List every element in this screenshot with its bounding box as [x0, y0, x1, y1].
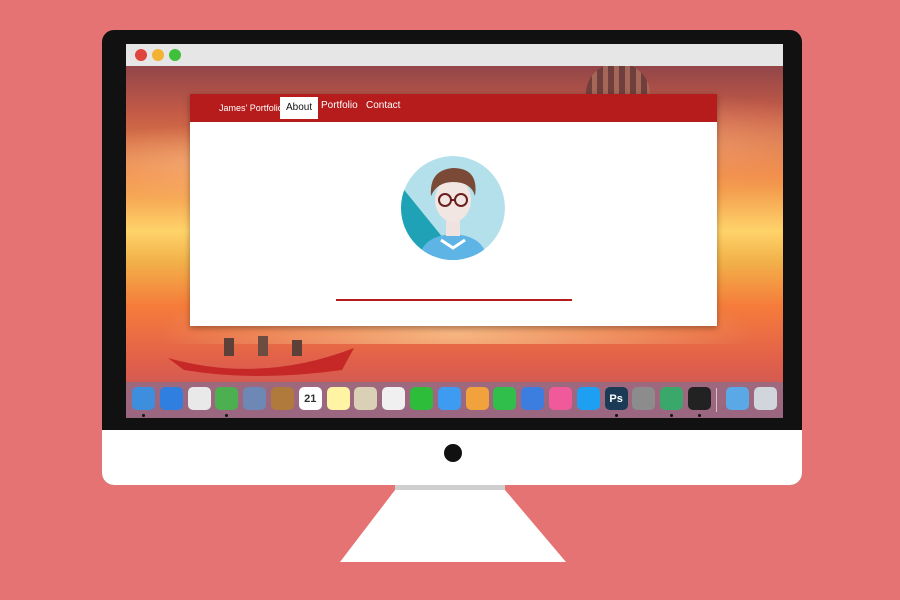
finder-icon[interactable] — [132, 387, 155, 410]
launchpad-icon[interactable] — [187, 387, 211, 410]
messages-icon[interactable] — [437, 387, 461, 410]
itunes-icon[interactable] — [549, 387, 572, 410]
section-divider — [336, 299, 572, 301]
close-window-button[interactable] — [135, 49, 147, 61]
camera-dot — [444, 444, 462, 462]
facetime-icon[interactable] — [410, 387, 433, 410]
dock-running-indicator — [614, 414, 618, 417]
pages-icon[interactable] — [465, 387, 489, 410]
photoshop-label: Ps — [609, 392, 623, 405]
dock-running-indicator — [670, 414, 674, 417]
dock-running-indicator — [142, 414, 145, 417]
terminal-icon[interactable] — [688, 387, 711, 410]
nav-about[interactable]: About — [280, 97, 319, 119]
profile-avatar — [401, 156, 505, 260]
preview-photos-icon[interactable] — [354, 387, 378, 410]
atom-icon[interactable] — [660, 387, 684, 410]
preview-icon[interactable] — [243, 387, 267, 410]
keynote-icon[interactable] — [521, 387, 545, 410]
canoe-image — [168, 336, 354, 376]
navbar: James' Portfolio About Portfolio Contact — [190, 94, 717, 122]
photoshop-icon[interactable]: Ps — [604, 387, 628, 410]
dock-separator — [716, 388, 717, 412]
nav-contact[interactable]: Contact — [360, 94, 406, 118]
trash-icon[interactable] — [753, 387, 777, 410]
window-titlebar — [126, 44, 783, 66]
zoom-window-button[interactable] — [169, 49, 181, 61]
brand-link[interactable]: James' Portfolio — [219, 103, 283, 113]
dock-running-indicator — [225, 414, 229, 417]
safari-icon[interactable] — [159, 387, 183, 410]
avatar-illustration — [401, 156, 505, 260]
contacts-icon[interactable] — [271, 387, 294, 410]
nav-portfolio[interactable]: Portfolio — [315, 94, 364, 118]
dock-running-indicator — [698, 414, 701, 417]
portfolio-page: James' Portfolio About Portfolio Contact — [190, 94, 717, 326]
chrome-icon[interactable] — [215, 387, 239, 410]
calendar-icon[interactable]: 21 — [298, 387, 322, 410]
app-store-icon[interactable] — [576, 387, 600, 410]
desktop-screen: James' Portfolio About Portfolio Contact… — [126, 44, 783, 418]
dock: 21 Ps — [126, 382, 783, 418]
calendar-label: 21 — [304, 392, 317, 405]
monitor-stand — [340, 490, 566, 562]
system-preferences-icon[interactable] — [632, 387, 656, 410]
downloads-folder-icon[interactable] — [725, 387, 749, 410]
photos-icon[interactable] — [382, 387, 406, 410]
numbers-icon[interactable] — [493, 387, 517, 410]
minimize-window-button[interactable] — [152, 49, 164, 61]
notes-icon[interactable] — [326, 387, 350, 410]
